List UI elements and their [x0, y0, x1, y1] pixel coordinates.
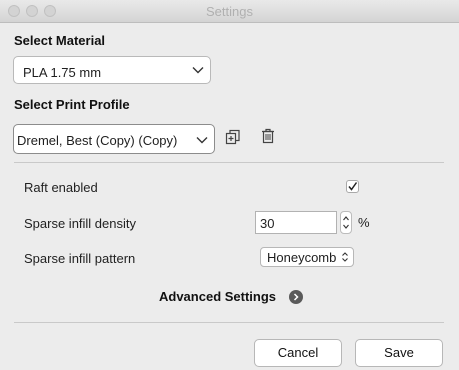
raft-label: Raft enabled	[24, 180, 98, 195]
material-heading: Select Material	[14, 33, 106, 48]
chevron-down-icon	[192, 67, 204, 74]
title-bar: Settings	[0, 0, 459, 23]
infill-density-unit: %	[358, 215, 370, 230]
checkmark-icon	[348, 182, 358, 191]
divider	[14, 322, 444, 323]
infill-pattern-label: Sparse infill pattern	[24, 251, 136, 266]
window-title: Settings	[206, 4, 253, 19]
infill-density-stepper[interactable]	[340, 211, 352, 234]
updown-chevron-icon	[342, 252, 348, 262]
duplicate-icon[interactable]	[225, 129, 241, 145]
divider	[14, 162, 444, 163]
infill-pattern-value: Honeycomb	[267, 250, 337, 265]
material-select[interactable]: PLA 1.75 mm	[13, 56, 211, 84]
raft-checkbox[interactable]	[346, 180, 359, 193]
cancel-button[interactable]: Cancel	[254, 339, 342, 367]
material-select-value: PLA 1.75 mm	[23, 65, 102, 80]
profile-select-value: Dremel, Best (Copy) (Copy)	[17, 133, 178, 148]
infill-density-input[interactable]: 30	[255, 211, 337, 234]
stepper-arrows-icon	[343, 216, 349, 229]
infill-density-label: Sparse infill density	[24, 216, 136, 231]
save-button[interactable]: Save	[355, 339, 443, 367]
chevron-down-icon	[196, 137, 208, 144]
profile-heading: Select Print Profile	[14, 97, 130, 112]
infill-pattern-select[interactable]: Honeycomb	[260, 247, 354, 267]
profile-select[interactable]: Dremel, Best (Copy) (Copy)	[13, 124, 215, 154]
trash-icon[interactable]	[261, 128, 275, 144]
advanced-settings-link[interactable]: Advanced Settings	[159, 289, 276, 304]
chevron-right-icon[interactable]	[289, 290, 303, 304]
